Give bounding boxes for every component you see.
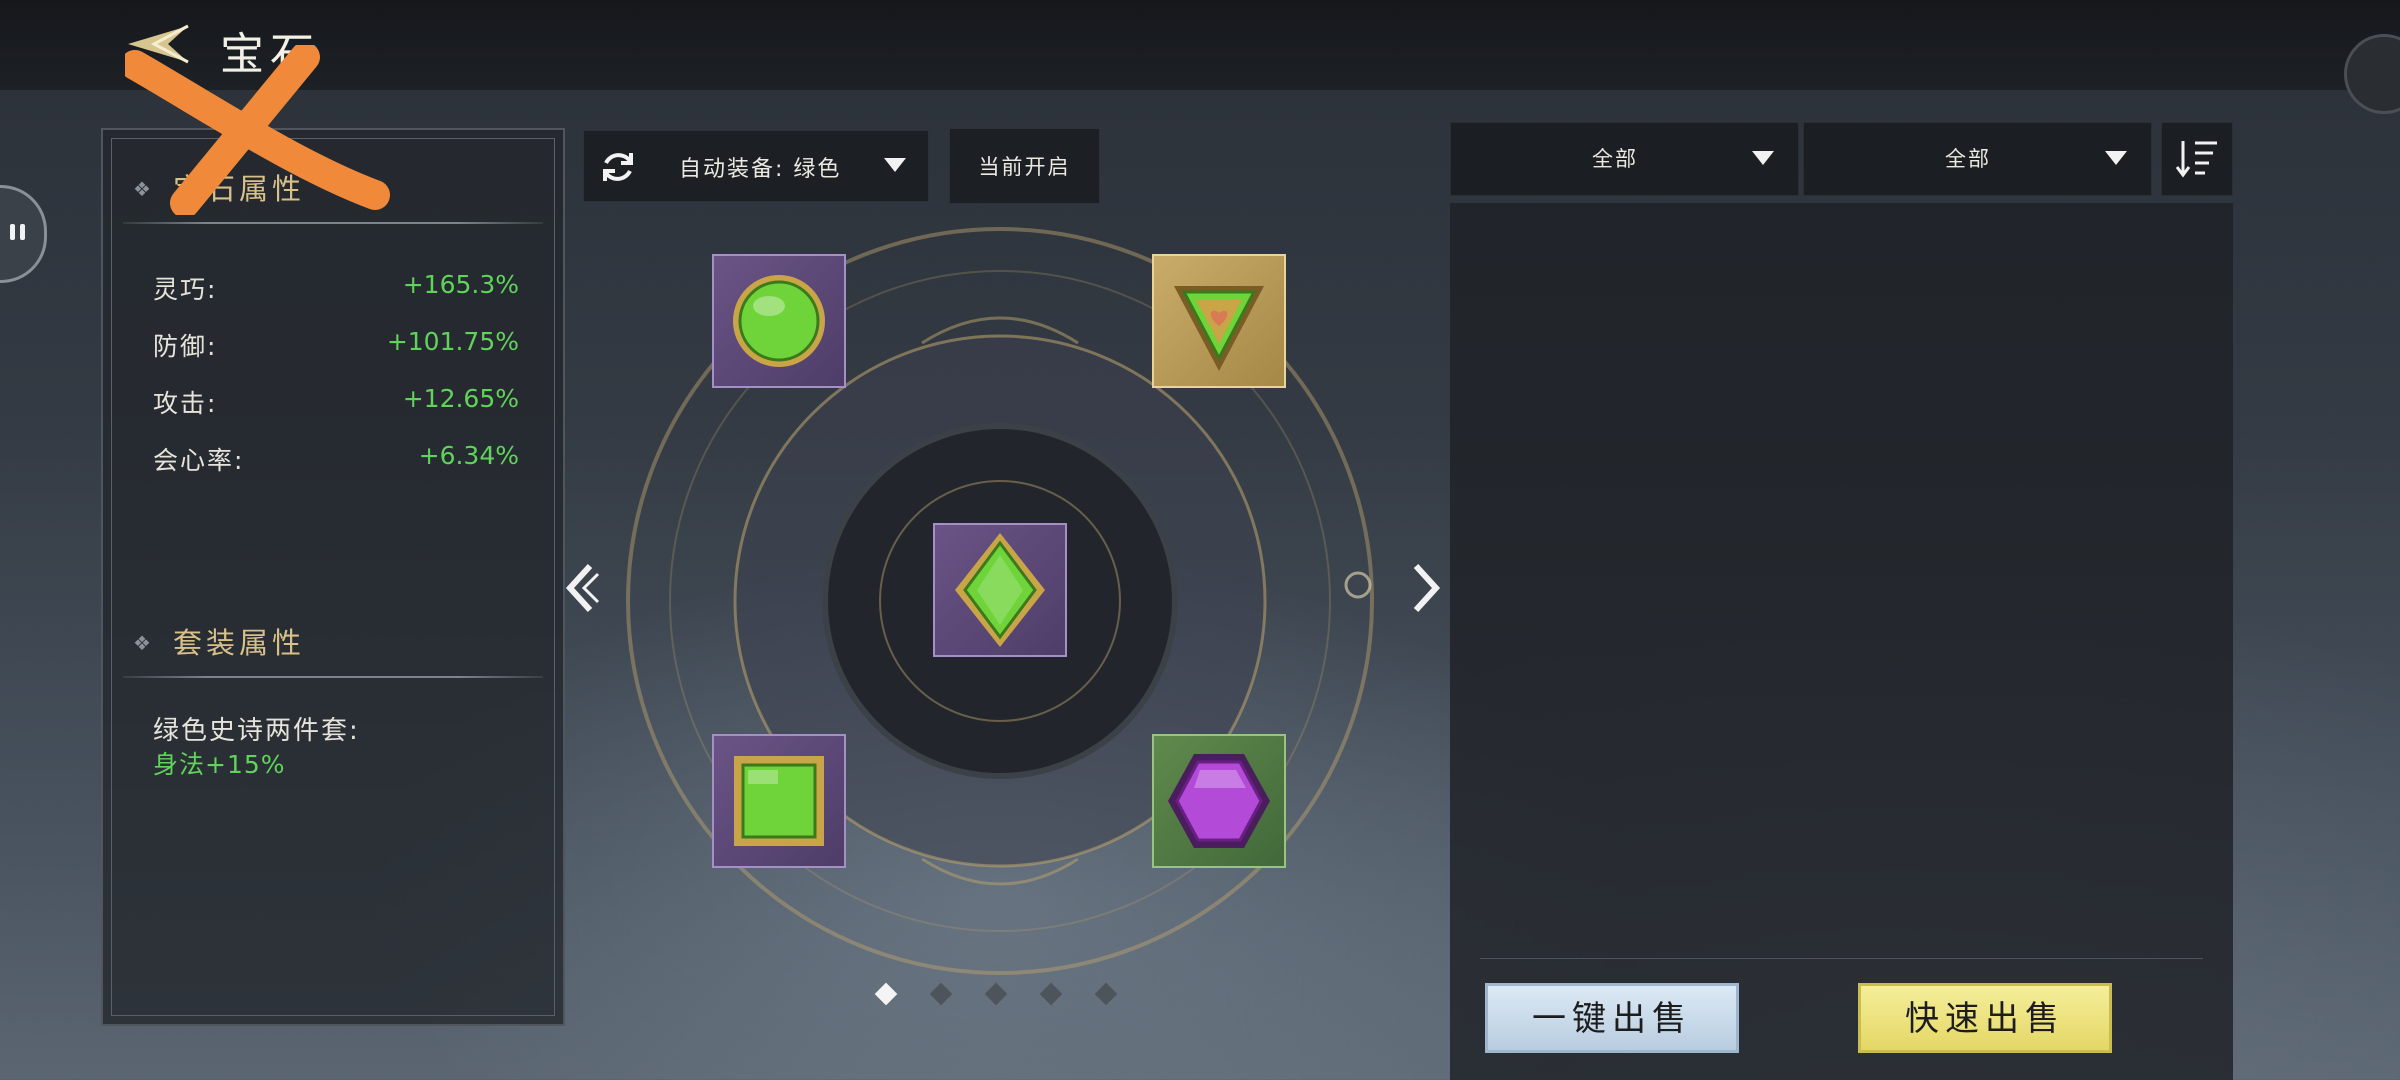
set-attributes-title-text: 套装属性 xyxy=(172,626,305,660)
inventory-panel xyxy=(1450,203,2233,1080)
current-open-label: 当前开启 xyxy=(978,155,1071,179)
page-title: 宝石 xyxy=(220,29,320,80)
stat-row: 会心率: +6.34% xyxy=(153,441,519,477)
page-dot[interactable] xyxy=(984,982,1008,1006)
chevron-down-icon xyxy=(1752,151,1774,165)
sell-all-button[interactable]: 一键出售 xyxy=(1485,983,1739,1053)
green-circle-gem-icon xyxy=(733,275,825,367)
stat-name: 防御: xyxy=(153,332,218,361)
filter-2-label: 全部 xyxy=(1945,147,1991,171)
page-dot[interactable] xyxy=(1039,982,1063,1006)
chevron-down-icon xyxy=(884,158,906,172)
stat-value: +165.3% xyxy=(402,270,519,299)
gem-attributes-title: ❖ 宝石属性 xyxy=(133,166,305,208)
attributes-panel: ❖ 宝石属性 灵巧: +165.3% 防御: +101.75% 攻击: +12.6… xyxy=(101,128,565,1026)
set-attributes-title: ❖ 套装属性 xyxy=(133,620,305,662)
top-bar: 宝石 xyxy=(0,0,2400,90)
green-diamond-gem-icon xyxy=(955,533,1045,647)
gem-slot-2[interactable] xyxy=(1152,254,1286,388)
floating-pause-button[interactable] xyxy=(0,185,47,283)
stat-name: 灵巧: xyxy=(153,275,218,304)
purple-hexagon-gem-icon xyxy=(1168,754,1270,848)
gem-slot-1[interactable] xyxy=(712,254,846,388)
stat-value: +101.75% xyxy=(386,327,519,356)
auto-equip-dropdown[interactable]: 自动装备: 绿色 xyxy=(583,130,929,202)
next-page-arrow-icon[interactable] xyxy=(1402,560,1446,616)
back-arrow-icon[interactable] xyxy=(118,22,198,66)
green-triangle-heart-gem-icon xyxy=(1174,286,1264,371)
section-divider xyxy=(123,676,543,678)
pause-icon xyxy=(10,224,25,240)
stat-name: 会心率: xyxy=(153,446,245,475)
page-indicator xyxy=(872,982,1122,1012)
stat-row: 攻击: +12.65% xyxy=(153,384,519,420)
stat-value: +6.34% xyxy=(418,441,519,470)
gem-attributes-title-text: 宝石属性 xyxy=(172,172,305,206)
filter-dropdown-1[interactable]: 全部 xyxy=(1450,122,1799,196)
chevron-down-icon xyxy=(2105,151,2127,165)
quick-sell-button[interactable]: 快速出售 xyxy=(1858,983,2112,1053)
stat-name: 攻击: xyxy=(153,389,218,418)
filter-1-label: 全部 xyxy=(1592,147,1638,171)
page-dot[interactable] xyxy=(1094,982,1118,1006)
gem-slot-3[interactable] xyxy=(712,734,846,868)
green-square-gem-icon xyxy=(734,756,824,846)
sort-descending-icon xyxy=(2175,141,2217,178)
diamond-bullet-icon: ❖ xyxy=(133,631,155,655)
gem-slot-4[interactable] xyxy=(1152,734,1286,868)
page-dot[interactable] xyxy=(929,982,953,1006)
stat-value: +12.65% xyxy=(402,384,519,413)
set-name: 绿色史诗两件套: xyxy=(153,716,360,746)
section-divider xyxy=(123,222,543,224)
page-dot-active[interactable] xyxy=(874,982,898,1006)
set-bonus: 身法+15% xyxy=(153,750,286,779)
sort-button[interactable] xyxy=(2161,122,2233,196)
stat-row: 灵巧: +165.3% xyxy=(153,270,519,306)
gem-slot-center[interactable] xyxy=(933,523,1067,657)
auto-equip-label: 自动装备: 绿色 xyxy=(679,157,842,182)
filter-dropdown-2[interactable]: 全部 xyxy=(1803,122,2152,196)
prev-page-arrow-icon[interactable] xyxy=(560,560,604,616)
stat-row: 防御: +101.75% xyxy=(153,327,519,363)
refresh-icon[interactable] xyxy=(598,147,638,187)
inventory-divider xyxy=(1480,958,2203,959)
diamond-bullet-icon: ❖ xyxy=(133,177,155,201)
